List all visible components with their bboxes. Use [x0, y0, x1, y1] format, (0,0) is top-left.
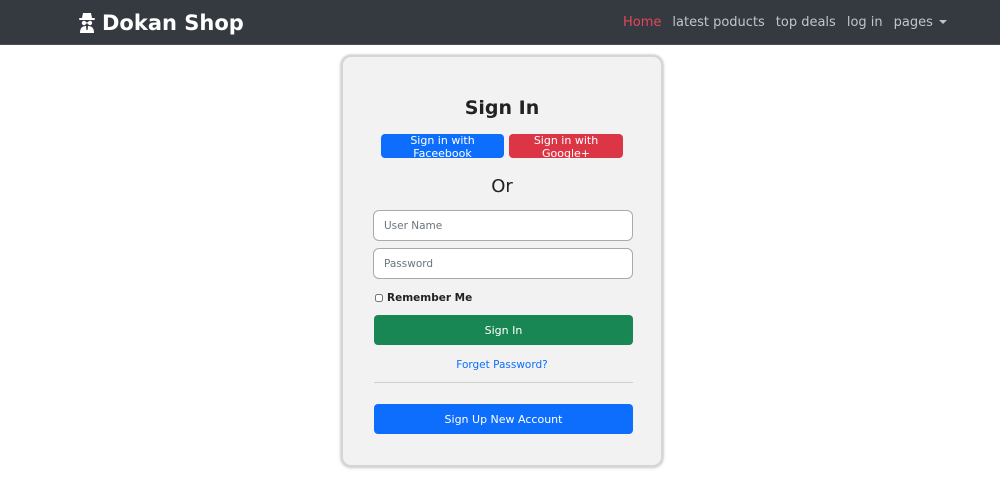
or-separator-text: Or	[491, 176, 513, 197]
nav-link-latest-products[interactable]: latest poducts	[672, 15, 764, 30]
remember-me-label: Remember Me	[387, 292, 473, 304]
social-login-buttons: Sign in with Faceebook Sign in with Goog…	[381, 134, 623, 160]
nav-dropdown-pages[interactable]: pages	[894, 15, 947, 30]
nav-link-log-in[interactable]: log in	[847, 15, 883, 30]
signin-card: Sign In Sign in with Faceebook Sign in w…	[341, 55, 663, 467]
nav-link-pages-label: pages	[893, 15, 933, 30]
forgot-password-link[interactable]: Forget Password?	[343, 359, 661, 371]
username-input[interactable]	[373, 210, 633, 241]
brand-name: Dokan Shop	[102, 11, 244, 35]
brand-link[interactable]: Dokan Shop	[78, 10, 244, 36]
main-nav: Home latest poducts top deals log in pag…	[623, 0, 958, 45]
caret-down-icon	[938, 20, 947, 24]
spy-user-icon	[78, 12, 96, 34]
divider	[374, 382, 633, 383]
nav-link-home[interactable]: Home	[623, 15, 661, 30]
google-signin-button[interactable]: Sign in with Google+	[509, 134, 623, 160]
top-navbar: Dokan Shop Home latest poducts top deals…	[0, 0, 1000, 45]
signup-button[interactable]: Sign Up New Account	[374, 404, 633, 434]
remember-me[interactable]: Remember Me	[375, 292, 472, 304]
signin-title: Sign In	[464, 97, 540, 119]
facebook-signin-button[interactable]: Sign in with Faceebook	[381, 134, 504, 160]
password-input[interactable]	[373, 248, 633, 279]
nav-link-top-deals[interactable]: top deals	[776, 15, 836, 30]
remember-me-checkbox[interactable]	[375, 294, 383, 302]
signin-submit-button[interactable]: Sign In	[374, 315, 633, 345]
